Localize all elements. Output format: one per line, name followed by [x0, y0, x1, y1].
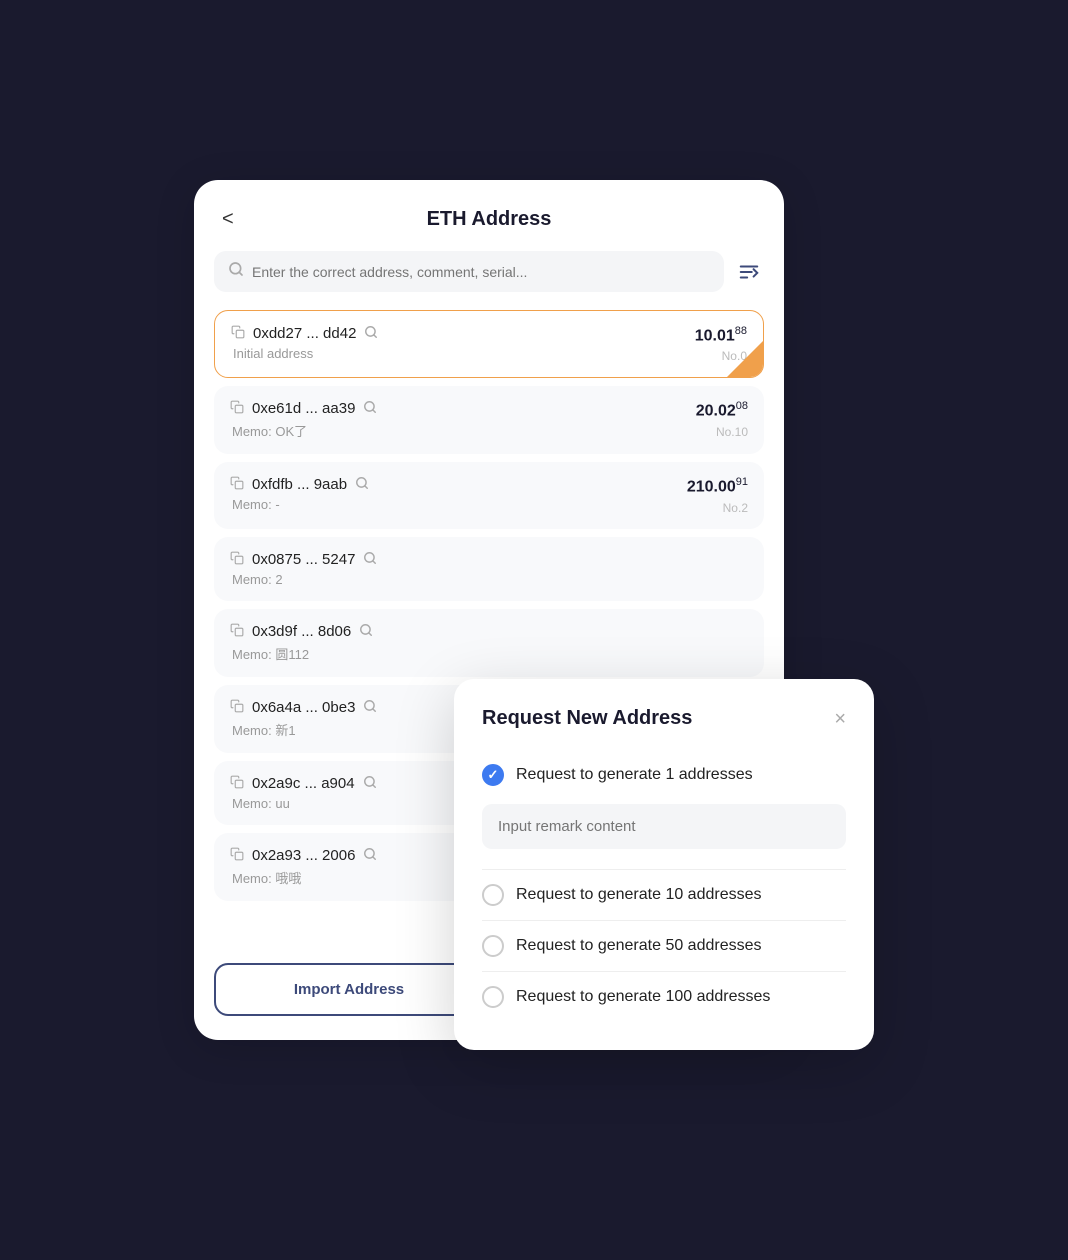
memo-text: Memo: OK了: [230, 421, 377, 440]
import-address-button[interactable]: Import Address: [214, 963, 484, 1016]
page-header: < ETH Address: [214, 208, 764, 231]
address-text: 0x6a4a ... 0be3: [252, 699, 355, 716]
back-button[interactable]: <: [214, 204, 242, 235]
modal-close-button[interactable]: ×: [834, 709, 846, 729]
memo-text: Memo: 圆112: [230, 644, 373, 663]
address-item[interactable]: 0x3d9f ... 8d06 Memo: 圆112: [214, 609, 764, 677]
search-address-icon[interactable]: [363, 699, 377, 716]
copy-icon: [230, 476, 244, 493]
modal-title: Request New Address: [482, 707, 692, 730]
memo-text: Memo: 哦哦: [230, 868, 377, 887]
radio-circle: [482, 986, 504, 1008]
modal-option: Request to generate 10 addresses: [482, 874, 846, 921]
address-text: 0x2a93 ... 2006: [252, 847, 355, 864]
address-text: 0xdd27 ... dd42: [253, 325, 356, 342]
search-icon: [228, 261, 244, 282]
search-address-icon[interactable]: [363, 847, 377, 864]
divider: [482, 869, 846, 870]
address-item[interactable]: 0xdd27 ... dd42 Initial address 10.0188 …: [214, 310, 764, 378]
memo-text: Memo: 2: [230, 572, 377, 587]
checkmark-icon: ✓: [488, 767, 499, 783]
address-left: 0xdd27 ... dd42 Initial address: [231, 325, 378, 361]
address-text: 0xe61d ... aa39: [252, 400, 355, 417]
address-item[interactable]: 0x0875 ... 5247 Memo: 2: [214, 537, 764, 601]
address-left: 0x6a4a ... 0be3 Memo: 新1: [230, 699, 377, 739]
radio-label: Request to generate 50 addresses: [516, 937, 762, 955]
balance: 20.0208: [696, 400, 748, 420]
search-address-icon[interactable]: [364, 325, 378, 342]
memo-text: Initial address: [231, 346, 378, 361]
radio-circle: [482, 884, 504, 906]
radio-option-1[interactable]: Request to generate 10 addresses: [482, 874, 846, 916]
copy-icon: [230, 699, 244, 716]
address-left: 0x2a93 ... 2006 Memo: 哦哦: [230, 847, 377, 887]
address-left: 0xfdfb ... 9aab Memo: -: [230, 476, 369, 512]
copy-icon: [231, 325, 245, 342]
copy-icon: [230, 400, 244, 417]
address-row: 0x2a93 ... 2006: [230, 847, 377, 864]
address-right: 20.0208 No.10: [696, 400, 748, 438]
active-indicator: [727, 341, 763, 377]
address-left: 0x2a9c ... a904 Memo: uu: [230, 775, 377, 811]
address-left: 0x3d9f ... 8d06 Memo: 圆112: [230, 623, 373, 663]
address-left: 0x0875 ... 5247 Memo: 2: [230, 551, 377, 587]
modal-header: Request New Address ×: [482, 707, 846, 730]
copy-icon: [230, 623, 244, 640]
modal-option: Request to generate 50 addresses: [482, 925, 846, 972]
modal-options-list: ✓ Request to generate 1 addresses Reques…: [482, 754, 846, 1018]
search-bar: [214, 251, 764, 292]
address-row: 0x2a9c ... a904: [230, 775, 377, 792]
no-label: No.2: [723, 501, 748, 515]
address-text: 0x0875 ... 5247: [252, 551, 355, 568]
radio-circle: [482, 935, 504, 957]
radio-label: Request to generate 10 addresses: [516, 886, 762, 904]
address-text: 0xfdfb ... 9aab: [252, 476, 347, 493]
search-address-icon[interactable]: [363, 775, 377, 792]
radio-option-2[interactable]: Request to generate 50 addresses: [482, 925, 846, 967]
address-item[interactable]: 0xfdfb ... 9aab Memo: - 210.0091 No.2: [214, 462, 764, 528]
memo-text: Memo: -: [230, 497, 369, 512]
search-address-icon[interactable]: [363, 551, 377, 568]
search-address-icon[interactable]: [355, 476, 369, 493]
filter-button[interactable]: [734, 257, 764, 287]
address-row: 0xdd27 ... dd42: [231, 325, 378, 342]
address-row: 0x3d9f ... 8d06: [230, 623, 373, 640]
search-input-wrap: [214, 251, 724, 292]
radio-label: Request to generate 100 addresses: [516, 988, 770, 1006]
balance: 210.0091: [687, 476, 748, 496]
address-right: 210.0091 No.2: [687, 476, 748, 514]
request-new-address-modal: Request New Address × ✓ Request to gener…: [454, 679, 874, 1050]
divider: [482, 920, 846, 921]
address-row: 0xfdfb ... 9aab: [230, 476, 369, 493]
radio-circle: ✓: [482, 764, 504, 786]
copy-icon: [230, 551, 244, 568]
address-text: 0x2a9c ... a904: [252, 775, 355, 792]
address-left: 0xe61d ... aa39 Memo: OK了: [230, 400, 377, 440]
modal-option: Request to generate 100 addresses: [482, 976, 846, 1018]
radio-label: Request to generate 1 addresses: [516, 766, 753, 784]
modal-option: ✓ Request to generate 1 addresses: [482, 754, 846, 870]
no-label: No.10: [716, 425, 748, 439]
copy-icon: [230, 775, 244, 792]
page-title: ETH Address: [427, 208, 552, 231]
search-address-icon[interactable]: [359, 623, 373, 640]
divider: [482, 971, 846, 972]
radio-option-3[interactable]: Request to generate 100 addresses: [482, 976, 846, 1018]
address-row: 0x0875 ... 5247: [230, 551, 377, 568]
radio-option-0[interactable]: ✓ Request to generate 1 addresses: [482, 754, 846, 796]
address-row: 0x6a4a ... 0be3: [230, 699, 377, 716]
search-input[interactable]: [252, 264, 710, 280]
memo-text: Memo: uu: [230, 796, 377, 811]
remark-input[interactable]: [482, 804, 846, 849]
address-row: 0xe61d ... aa39: [230, 400, 377, 417]
address-item[interactable]: 0xe61d ... aa39 Memo: OK了 20.0208 No.10: [214, 386, 764, 454]
memo-text: Memo: 新1: [230, 720, 377, 739]
search-address-icon[interactable]: [363, 400, 377, 417]
address-text: 0x3d9f ... 8d06: [252, 623, 351, 640]
copy-icon: [230, 847, 244, 864]
